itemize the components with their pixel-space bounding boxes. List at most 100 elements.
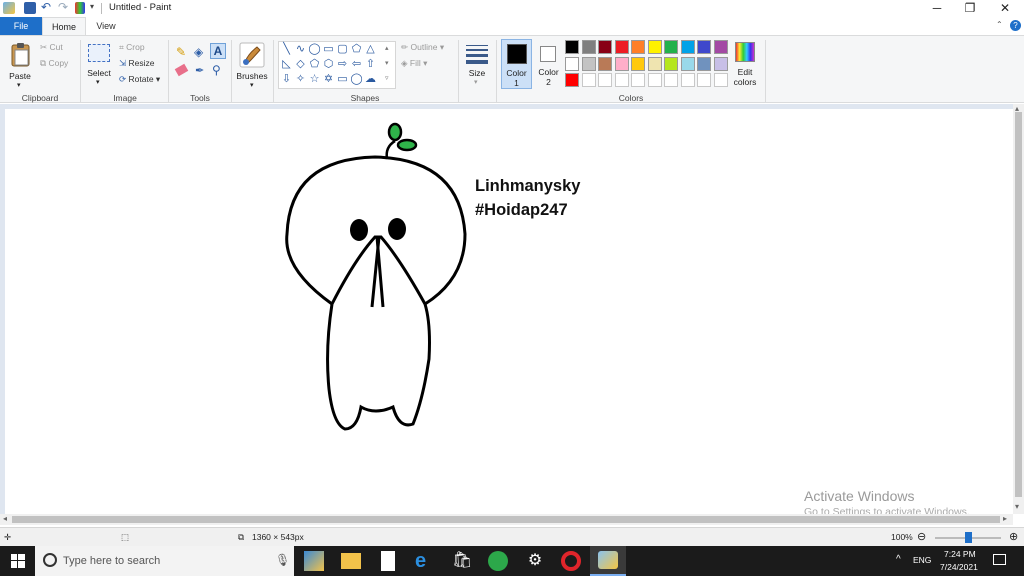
color-picker-tool[interactable]: ✒ — [195, 64, 204, 77]
palette-swatch[interactable] — [697, 40, 711, 54]
tray-expand-icon[interactable]: ^ — [896, 554, 901, 565]
taskbar-search[interactable]: Type here to search 🎙 — [35, 546, 294, 576]
help-icon[interactable]: ? — [1010, 20, 1021, 31]
crop-button[interactable]: ⌗ Crop — [119, 42, 145, 53]
line-shape-icon[interactable]: ╲ — [280, 43, 293, 56]
palette-swatch-empty[interactable] — [598, 73, 612, 87]
outline-button[interactable]: ✏ Outline ▾ — [401, 42, 444, 53]
file-explorer-icon[interactable] — [341, 553, 361, 569]
settings-gear-icon[interactable]: ⚙ — [525, 551, 545, 571]
edit-colors-button[interactable]: Edit colors — [732, 40, 758, 90]
brushes-button[interactable]: Brushes ▾ — [235, 40, 269, 90]
color1-button[interactable]: Color 1 — [501, 39, 532, 89]
size-button[interactable]: Size ▾ — [463, 41, 491, 89]
paste-button[interactable]: Paste ▾ — [6, 40, 34, 89]
palette-swatch-empty[interactable] — [697, 73, 711, 87]
vertical-scroll-thumb[interactable] — [1015, 112, 1022, 497]
palette-swatch[interactable] — [664, 56, 678, 71]
palette-swatch[interactable] — [614, 56, 629, 71]
paint-taskbar-button[interactable] — [590, 546, 626, 576]
edge-browser-icon[interactable]: e — [415, 551, 435, 571]
fill-button[interactable]: ◈ Fill ▾ — [401, 58, 427, 69]
shapes-gallery[interactable]: ╲ ∿ ◯ ▭ ▢ ⬠ △ ◺ ◇ ⬠ ⬡ ⇨ ⇦ ⇧ ⇩ ✧ ☆ ✡ ▭ ◯ … — [278, 41, 396, 89]
palette-swatch[interactable] — [581, 56, 596, 71]
palette-swatch-empty[interactable] — [614, 73, 629, 87]
palette-swatch[interactable] — [647, 40, 662, 54]
palette-swatch-empty[interactable] — [631, 73, 645, 87]
tab-view[interactable]: View — [86, 17, 126, 35]
right-triangle-shape-icon[interactable]: ◺ — [280, 58, 293, 71]
zoom-slider-thumb[interactable] — [965, 532, 972, 543]
polygon-shape-icon[interactable]: ⬠ — [350, 43, 363, 56]
color2-button[interactable]: Color 2 — [534, 39, 563, 89]
clock-time[interactable]: 7:24 PM — [944, 549, 976, 559]
scroll-right-icon[interactable]: ▸ — [1003, 514, 1007, 523]
microphone-icon[interactable]: 🎙 — [275, 553, 290, 567]
clock-date[interactable]: 7/24/2021 — [940, 562, 978, 572]
palette-swatch-empty[interactable] — [713, 73, 728, 87]
callout-cloud-shape-icon[interactable]: ☁ — [364, 73, 377, 86]
callout-rect-shape-icon[interactable]: ▭ — [336, 73, 349, 86]
palette-swatch[interactable] — [631, 56, 645, 71]
curve-shape-icon[interactable]: ∿ — [294, 43, 307, 56]
zoom-out-button[interactable]: ⊖ — [917, 530, 926, 543]
notifications-icon[interactable] — [993, 554, 1006, 565]
drawing-canvas[interactable]: Linhmanysky #Hoidap247 — [5, 109, 1013, 514]
text-tool[interactable]: A — [210, 43, 226, 59]
store-icon[interactable]: 🛍 — [452, 551, 472, 571]
palette-swatch[interactable] — [614, 40, 629, 54]
palette-swatch[interactable] — [680, 56, 695, 71]
vertical-scrollbar[interactable]: ▴ ▾ — [1013, 104, 1024, 514]
eraser-tool[interactable] — [174, 63, 189, 77]
rectangle-shape-icon[interactable]: ▭ — [322, 43, 335, 56]
undo-icon[interactable]: ↶ — [41, 0, 51, 14]
collapse-ribbon-icon[interactable]: ⌃ — [996, 20, 1003, 29]
palette-swatch[interactable] — [647, 56, 662, 71]
gallery-more-icon[interactable]: ▿ — [385, 74, 389, 82]
palette-swatch[interactable] — [581, 40, 596, 54]
palette-swatch[interactable] — [565, 56, 579, 71]
callout-oval-shape-icon[interactable]: ◯ — [350, 73, 363, 86]
rounded-rectangle-shape-icon[interactable]: ▢ — [336, 43, 349, 56]
scroll-left-icon[interactable]: ◂ — [3, 514, 7, 523]
right-arrow-shape-icon[interactable]: ⇨ — [336, 58, 349, 71]
gallery-up-icon[interactable]: ▴ — [385, 44, 389, 52]
minimize-button[interactable]: ─ — [920, 0, 954, 17]
up-arrow-shape-icon[interactable]: ⇧ — [364, 58, 377, 71]
palette-swatch[interactable] — [713, 40, 728, 54]
five-point-star-shape-icon[interactable]: ☆ — [308, 73, 321, 86]
cut-button[interactable]: ✂ Cut — [40, 42, 63, 53]
rotate-button[interactable]: ⟳ Rotate ▾ — [119, 74, 160, 85]
palette-swatch-empty[interactable] — [647, 73, 662, 87]
quick-access-icon[interactable] — [75, 2, 85, 14]
customize-toolbar-icon[interactable]: ▾ — [90, 2, 94, 11]
opera-browser-icon[interactable] — [561, 551, 581, 571]
tab-home[interactable]: Home — [42, 17, 86, 35]
palette-swatch-empty[interactable] — [680, 73, 695, 87]
tab-file[interactable]: File — [0, 17, 42, 35]
palette-swatch-empty[interactable] — [664, 73, 678, 87]
oval-shape-icon[interactable]: ◯ — [308, 43, 321, 56]
down-arrow-shape-icon[interactable]: ⇩ — [280, 73, 293, 86]
palette-swatch-empty[interactable] — [581, 73, 596, 87]
magnifier-tool[interactable]: ⚲ — [212, 63, 221, 77]
palette-swatch[interactable] — [680, 40, 695, 54]
copy-button[interactable]: ⧉ Copy — [40, 58, 68, 69]
select-button[interactable]: Select ▾ — [86, 40, 112, 88]
green-app-icon[interactable] — [488, 551, 508, 571]
palette-swatch[interactable] — [664, 40, 678, 54]
redo-icon[interactable]: ↷ — [58, 0, 68, 14]
palette-swatch[interactable] — [713, 56, 728, 71]
four-point-star-shape-icon[interactable]: ✧ — [294, 73, 307, 86]
paint-app-icon[interactable] — [3, 2, 15, 14]
restore-button[interactable]: ❐ — [953, 0, 987, 17]
document-icon[interactable] — [381, 551, 395, 571]
fill-tool[interactable]: ◈ — [194, 45, 203, 59]
triangle-shape-icon[interactable]: △ — [364, 43, 377, 56]
left-arrow-shape-icon[interactable]: ⇦ — [350, 58, 363, 71]
hexagon-shape-icon[interactable]: ⬡ — [322, 58, 335, 71]
resize-button[interactable]: ⇲ Resize — [119, 58, 154, 69]
language-indicator[interactable]: ENG — [913, 555, 931, 565]
horizontal-scroll-thumb[interactable] — [12, 516, 1000, 523]
palette-swatch[interactable] — [697, 56, 711, 71]
